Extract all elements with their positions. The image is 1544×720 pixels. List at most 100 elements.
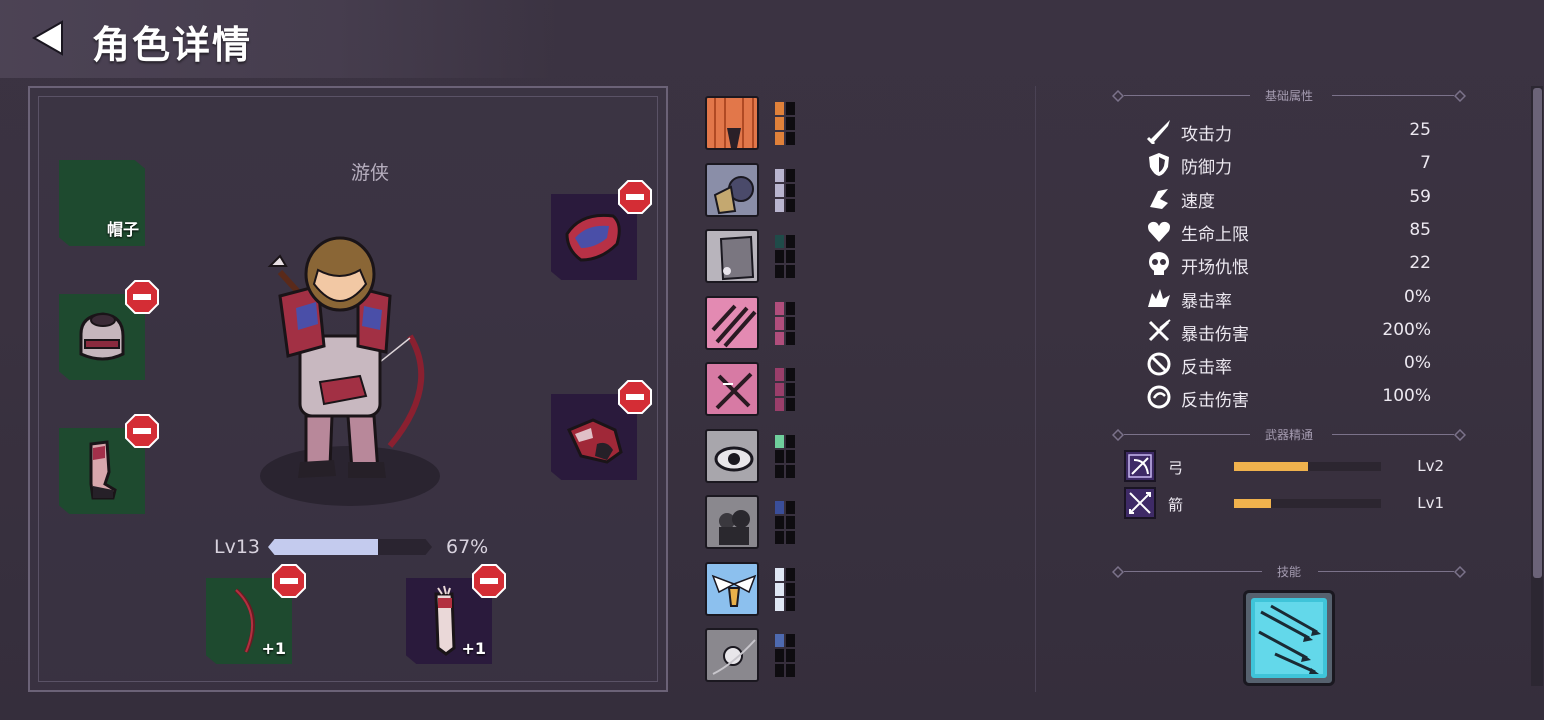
xp-bar xyxy=(268,539,432,555)
scrollbar-thumb[interactable] xyxy=(1533,88,1542,578)
skill-pip-empty xyxy=(786,582,795,596)
skill-level-pips xyxy=(775,567,797,612)
skill-pip-empty xyxy=(786,168,795,182)
skill-section-header: 技能 xyxy=(1112,562,1466,582)
skill-pip-empty xyxy=(786,531,795,544)
arrow-volley-skill-button[interactable] xyxy=(1243,590,1335,686)
skill-pip-empty xyxy=(786,117,795,130)
character-panel: 游侠 帽子 +1 +1 Lv13 67% xyxy=(28,86,668,692)
remove-gloves-button[interactable] xyxy=(618,380,652,414)
mastery-row: 弓 Lv2 xyxy=(1124,450,1454,484)
stat-label: 暴击率 xyxy=(1181,291,1232,312)
skill-pip-empty xyxy=(786,464,795,478)
skill-pip-filled xyxy=(775,331,784,345)
diamond-right-icon xyxy=(1454,429,1466,441)
mastery-progress-fill xyxy=(1234,462,1308,471)
skill-row xyxy=(705,495,805,551)
arrow-icon[interactable] xyxy=(1124,487,1156,519)
boot-icon xyxy=(1146,185,1172,211)
mastery-level: Lv2 xyxy=(1417,457,1444,475)
diamond-right-icon xyxy=(1454,566,1466,578)
skill-pip-filled xyxy=(775,198,784,212)
eye-skill-icon[interactable] xyxy=(705,428,759,483)
header-bar xyxy=(0,0,560,78)
skill-pip-filled xyxy=(775,316,784,330)
skill-pip-filled xyxy=(775,301,784,315)
ranger-character-sprite xyxy=(260,236,440,506)
xp-bar-fill xyxy=(268,539,378,555)
skill-level-pips xyxy=(775,301,797,346)
skill-pip-empty xyxy=(786,316,795,330)
hat-slot[interactable]: 帽子 xyxy=(59,160,145,246)
slash-skill-icon[interactable] xyxy=(705,295,759,350)
skill-pip-empty xyxy=(786,102,795,115)
mastery-label: 箭 xyxy=(1168,496,1184,514)
off-weapon-bonus: +1 xyxy=(461,639,486,658)
stat-row: 攻击力 25 xyxy=(1146,116,1436,146)
remove-helmet-button[interactable] xyxy=(125,280,159,314)
stone-skill-icon[interactable] xyxy=(705,229,759,283)
back-arrow-icon[interactable] xyxy=(30,20,66,56)
flame-rain-skill-icon[interactable] xyxy=(705,96,759,150)
mastery-label: 弓 xyxy=(1168,459,1184,477)
remove-leg-armor-button[interactable] xyxy=(125,414,159,448)
bow-icon[interactable] xyxy=(1124,450,1156,482)
skill-pip-filled xyxy=(775,501,784,514)
remove-off-weapon-button[interactable] xyxy=(472,564,506,598)
stat-row: 生命上限 85 xyxy=(1146,216,1436,246)
skull-icon xyxy=(1146,251,1172,277)
skill-pip-filled xyxy=(775,398,784,411)
crit-damage-icon xyxy=(1146,318,1172,344)
skill-pip-empty xyxy=(786,368,795,381)
shield-icon xyxy=(1146,151,1172,177)
heart-icon xyxy=(1146,218,1172,244)
orb-skill-icon[interactable] xyxy=(705,628,759,682)
stat-value: 7 xyxy=(1420,153,1431,174)
skill-pip-empty xyxy=(786,449,795,463)
skill-pip-filled xyxy=(775,183,784,197)
shadow-skill-icon[interactable] xyxy=(705,495,759,549)
skill-level-pips xyxy=(775,168,797,213)
skill-pip-empty xyxy=(786,567,795,581)
skill-row xyxy=(705,428,805,485)
skill-pip-filled xyxy=(775,117,784,130)
skill-pip-empty xyxy=(786,301,795,315)
skill-pip-empty xyxy=(786,132,795,145)
skill-pip-empty xyxy=(775,649,784,662)
skill-row xyxy=(705,162,805,219)
stat-value: 100% xyxy=(1382,386,1431,407)
skill-pip-filled xyxy=(775,102,784,115)
mastery-level: Lv1 xyxy=(1417,494,1444,512)
skill-level-pips xyxy=(775,102,797,146)
skill-pip-empty xyxy=(775,265,784,278)
skill-pip-empty xyxy=(775,664,784,677)
stat-row: 速度 59 xyxy=(1146,183,1436,213)
stat-row: 开场仇恨 22 xyxy=(1146,249,1436,279)
skill-level-pips xyxy=(775,368,797,412)
stat-row: 暴击伤害 200% xyxy=(1146,316,1436,346)
mastery-row: 箭 Lv1 xyxy=(1124,487,1454,521)
remove-main-weapon-button[interactable] xyxy=(272,564,306,598)
wings-skill-icon[interactable] xyxy=(705,561,759,616)
skill-pip-empty xyxy=(786,434,795,448)
skill-pip-filled xyxy=(775,634,784,647)
skill-pip-filled xyxy=(775,168,784,182)
stat-value: 59 xyxy=(1409,186,1431,207)
cross-slash-skill-icon[interactable] xyxy=(705,362,759,416)
skill-pip-empty xyxy=(786,597,795,611)
skill-pip-empty xyxy=(786,235,795,248)
remove-shoulder-button[interactable] xyxy=(618,180,652,214)
skill-pip-filled xyxy=(775,368,784,381)
skill-pip-empty xyxy=(786,183,795,197)
crit-icon xyxy=(1146,285,1172,311)
stat-value: 25 xyxy=(1409,120,1431,140)
stat-label: 开场仇恨 xyxy=(1181,258,1249,279)
stat-label: 反击伤害 xyxy=(1181,391,1249,412)
stat-value: 200% xyxy=(1382,319,1431,340)
stat-row: 反击率 0% xyxy=(1146,349,1436,379)
skill-pip-empty xyxy=(786,383,795,396)
skill-level-pips xyxy=(775,235,797,279)
counter-damage-icon xyxy=(1146,384,1172,410)
skill-level-pips xyxy=(775,634,797,678)
warrior-skill-icon[interactable] xyxy=(705,162,759,217)
